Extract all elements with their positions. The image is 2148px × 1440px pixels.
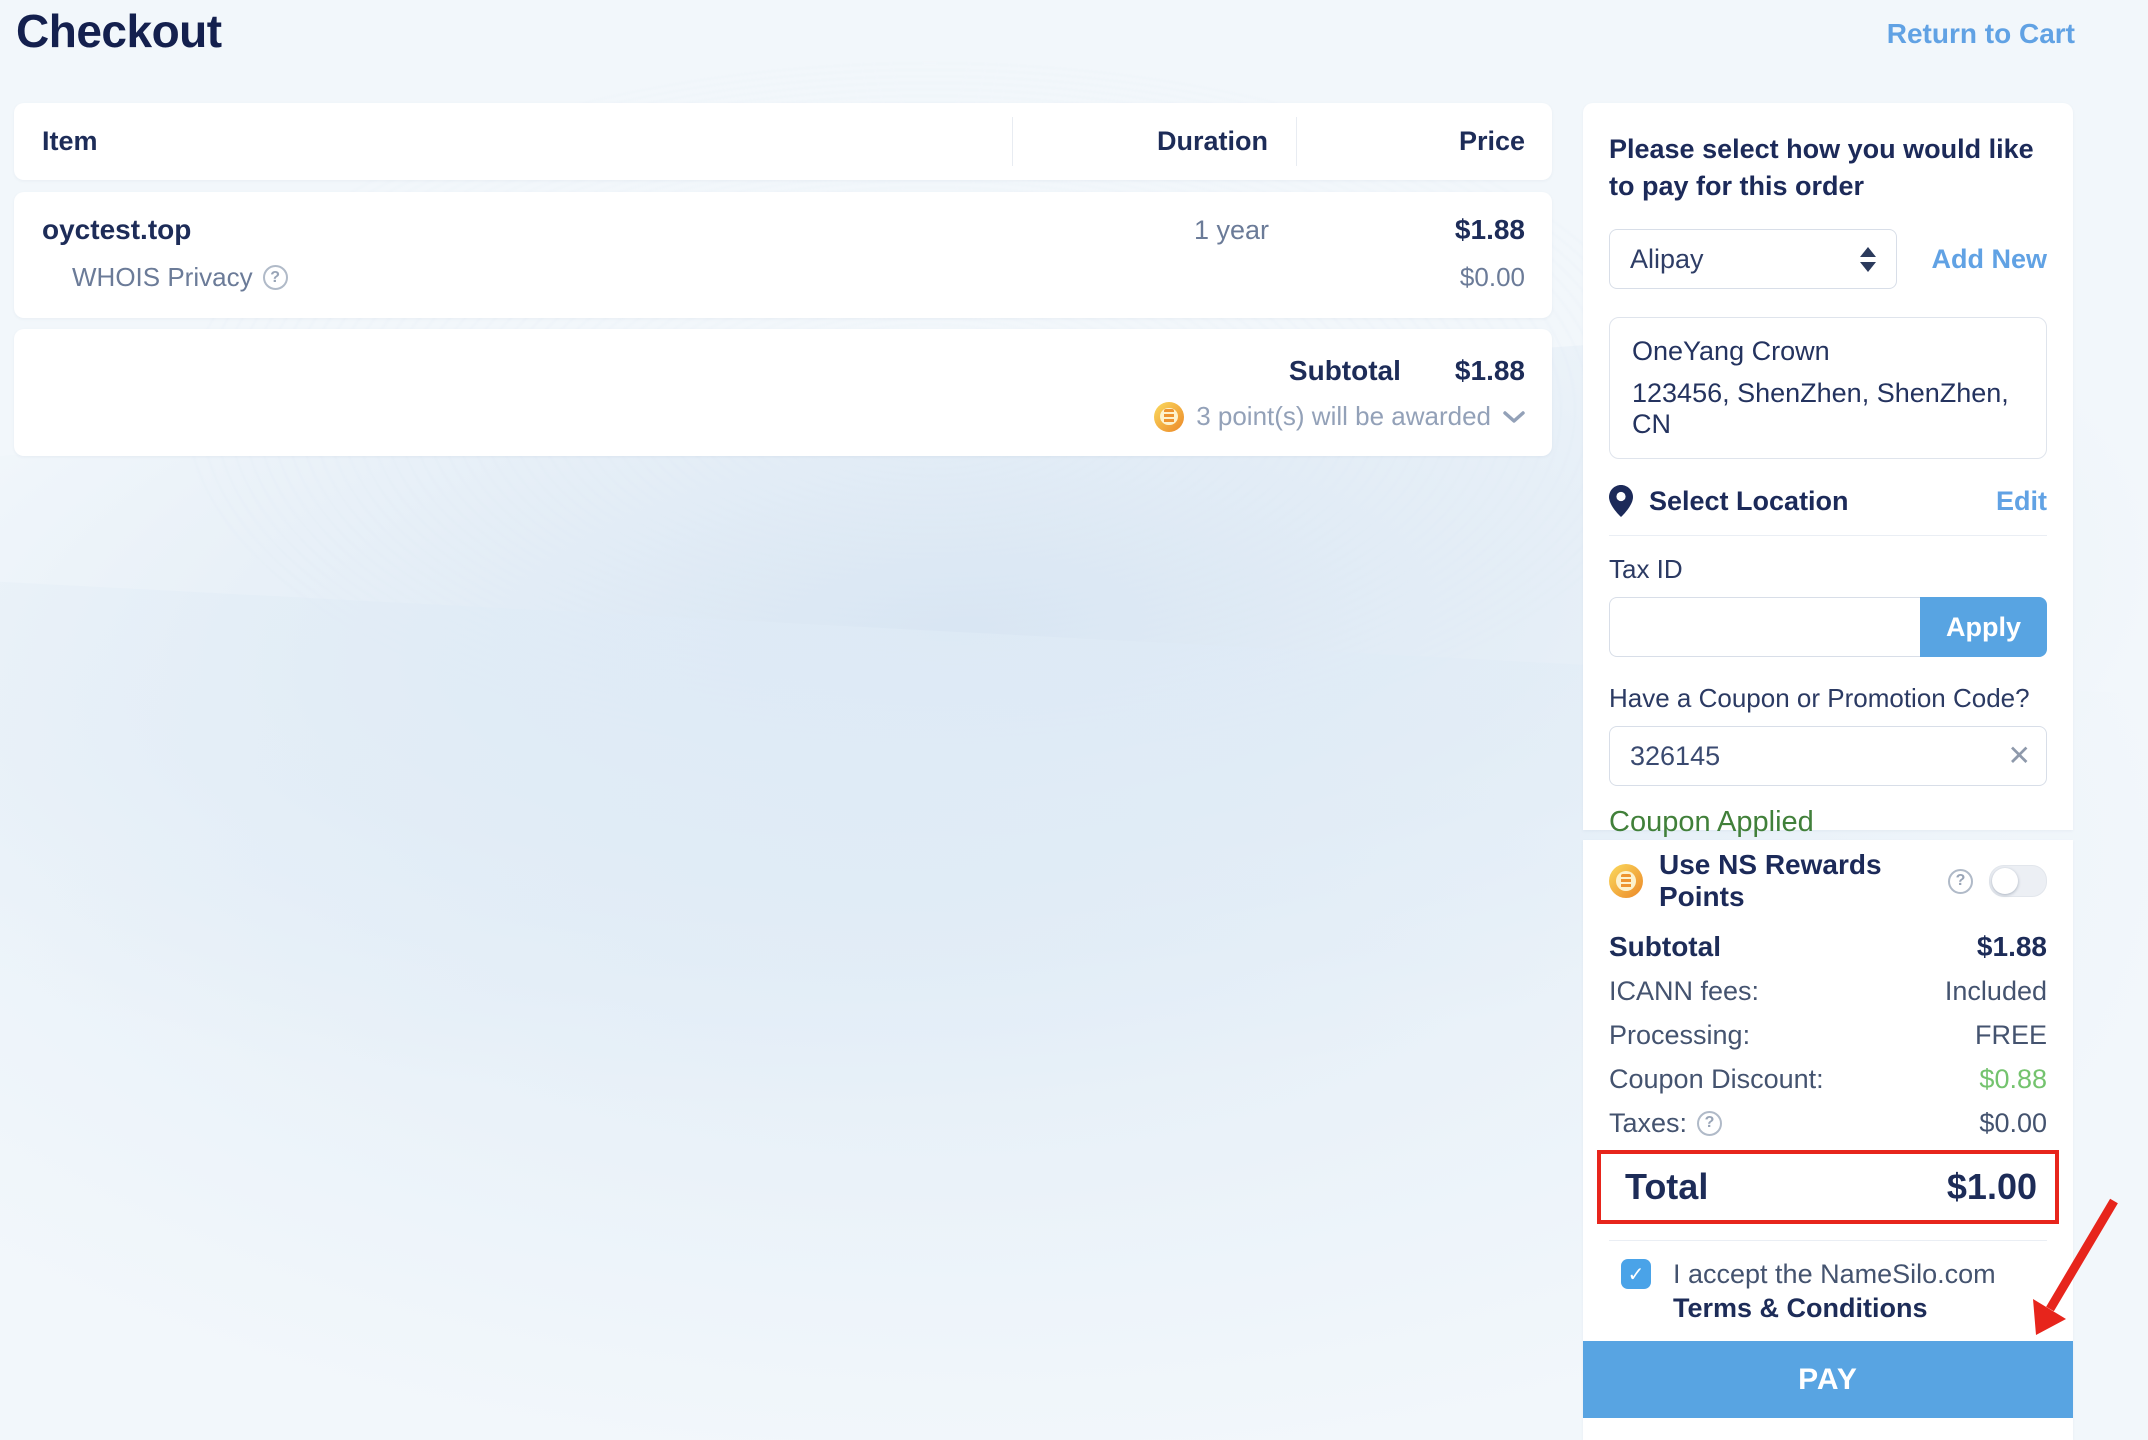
return-to-cart-link[interactable]: Return to Cart	[1887, 18, 2075, 50]
coupon-code-input[interactable]	[1609, 726, 2047, 786]
payment-prompt: Please select how you would like to pay …	[1609, 131, 2039, 205]
select-arrows-icon	[1860, 247, 1876, 272]
help-icon[interactable]: ?	[1948, 869, 1973, 894]
divider	[1609, 535, 2047, 536]
help-icon[interactable]: ?	[263, 265, 288, 290]
payment-method-section: Please select how you would like to pay …	[1583, 103, 2073, 830]
chevron-down-icon	[1503, 410, 1525, 424]
coupon-discount-value: $0.88	[1979, 1064, 2047, 1095]
page-title: Checkout	[16, 4, 222, 58]
order-subtotal-value: $1.88	[1455, 355, 1525, 387]
processing-label: Processing:	[1609, 1020, 1750, 1051]
summary-row-icann: ICANN fees: Included	[1609, 974, 2047, 1008]
points-note-text: 3 point(s) will be awarded	[1196, 401, 1491, 432]
order-summary-section: Use NS Rewards Points ? Subtotal $1.88 I…	[1583, 840, 2073, 1440]
rewards-coin-icon	[1154, 402, 1184, 432]
icann-fees-value: Included	[1945, 976, 2047, 1007]
terms-and-conditions-link[interactable]: Terms & Conditions	[1673, 1293, 1928, 1323]
payer-name: OneYang Crown	[1632, 336, 2024, 367]
coupon-question-label: Have a Coupon or Promotion Code?	[1609, 683, 2047, 714]
column-header-duration: Duration	[1012, 117, 1296, 166]
summary-subtotal-label: Subtotal	[1609, 931, 1721, 963]
summary-row-processing: Processing: FREE	[1609, 1018, 2047, 1052]
domain-name: oyctest.top	[14, 214, 1042, 246]
total-label: Total	[1625, 1166, 1708, 1208]
rewards-points-toggle[interactable]	[1989, 865, 2047, 897]
payer-address: 123456, ShenZhen, ShenZhen, CN	[1632, 378, 2024, 440]
addon-price: $0.00	[1297, 262, 1552, 293]
help-icon[interactable]: ?	[1697, 1111, 1722, 1136]
item-addon: WHOIS Privacy ?	[14, 262, 1042, 293]
divider	[1609, 1240, 2047, 1241]
taxes-label: Taxes:	[1609, 1108, 1687, 1139]
terms-prefix: I accept the NameSilo.com	[1673, 1259, 1996, 1289]
add-new-payment-link[interactable]: Add New	[1931, 244, 2047, 275]
total-value: $1.00	[1947, 1166, 2037, 1208]
order-items-column: Item Duration Price oyctest.top 1 year $…	[14, 103, 1552, 456]
coupon-discount-label: Coupon Discount:	[1609, 1064, 1824, 1095]
processing-value: FREE	[1975, 1020, 2047, 1051]
summary-subtotal-value: $1.88	[1977, 931, 2047, 963]
use-rewards-points-label: Use NS Rewards Points	[1659, 849, 1932, 913]
edit-location-link[interactable]: Edit	[1996, 486, 2047, 517]
select-location-label[interactable]: Select Location	[1649, 486, 1849, 517]
order-item-row: oyctest.top 1 year $1.88 WHOIS Privacy ?…	[14, 192, 1552, 318]
toggle-knob	[1992, 868, 2018, 894]
column-header-price: Price	[1296, 117, 1552, 166]
pay-button[interactable]: PAY	[1583, 1341, 2073, 1418]
summary-row-discount: Coupon Discount: $0.88	[1609, 1062, 2047, 1096]
summary-row-taxes: Taxes: ? $0.00	[1609, 1106, 2047, 1140]
tax-id-input[interactable]	[1609, 597, 1920, 657]
apply-tax-id-button[interactable]: Apply	[1920, 597, 2047, 657]
selected-payment-method: Alipay	[1630, 244, 1704, 275]
summary-row-subtotal: Subtotal $1.88	[1609, 930, 2047, 964]
terms-text: I accept the NameSilo.com Terms & Condit…	[1673, 1257, 2023, 1325]
clear-coupon-icon[interactable]: ✕	[2008, 742, 2031, 770]
order-subtotal-card: Subtotal $1.88 3 point(s) will be awarde…	[14, 329, 1552, 456]
taxes-value: $0.00	[1979, 1108, 2047, 1139]
rewards-points-note[interactable]: 3 point(s) will be awarded	[1154, 401, 1525, 432]
item-price: $1.88	[1297, 214, 1552, 246]
addon-label: WHOIS Privacy	[72, 262, 253, 293]
location-pin-icon	[1609, 485, 1633, 517]
checkout-page: Checkout Return to Cart Item Duration Pr…	[0, 0, 2148, 1440]
payment-sidebar: Please select how you would like to pay …	[1583, 103, 2073, 1440]
billing-address-box: OneYang Crown 123456, ShenZhen, ShenZhen…	[1609, 317, 2047, 459]
order-subtotal-label: Subtotal	[1289, 355, 1401, 387]
section-gap	[1583, 830, 2073, 840]
item-duration: 1 year	[1042, 215, 1297, 246]
column-header-item: Item	[14, 103, 1012, 180]
icann-fees-label: ICANN fees:	[1609, 976, 1759, 1007]
order-table-header: Item Duration Price	[14, 103, 1552, 180]
total-highlight-box: Total $1.00	[1597, 1150, 2059, 1224]
payment-method-select[interactable]: Alipay	[1609, 229, 1897, 289]
check-icon: ✓	[1628, 1262, 1645, 1287]
terms-checkbox[interactable]: ✓	[1621, 1259, 1651, 1289]
rewards-coin-icon	[1609, 864, 1643, 898]
tax-id-label: Tax ID	[1609, 554, 2047, 585]
